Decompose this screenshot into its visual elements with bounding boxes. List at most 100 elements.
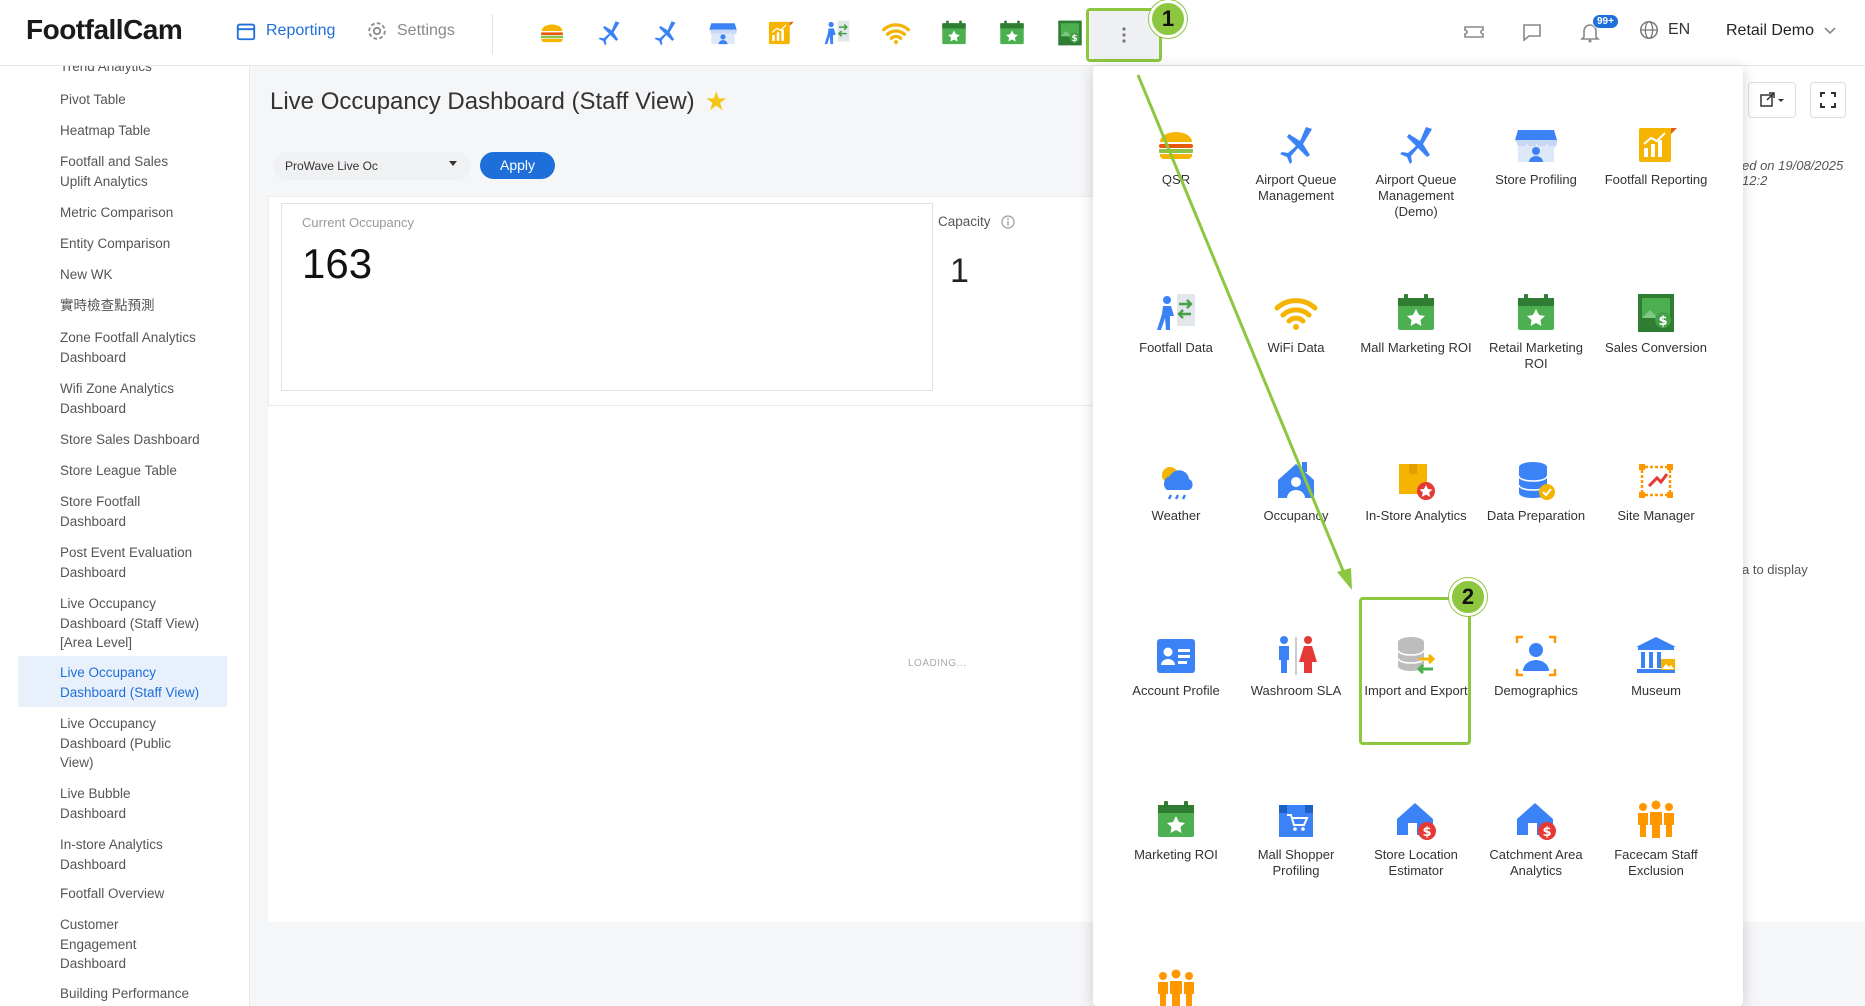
airplane-icon[interactable] (650, 18, 680, 48)
app-store-location-estimator[interactable]: $ Store Location Estimator (1356, 797, 1476, 879)
sidebar-item-live-occupancy-area[interactable]: Live Occupancy Dashboard (Staff View) [A… (60, 594, 205, 653)
callout-number-1: 1 (1149, 0, 1187, 38)
language-selector[interactable]: EN (1638, 19, 1690, 41)
sidebar-item-zone-footfall[interactable]: Zone Footfall Analytics Dashboard (60, 328, 210, 367)
sidebar-item-store-league[interactable]: Store League Table (60, 461, 230, 481)
sidebar-item-footfall-overview[interactable]: Footfall Overview (60, 884, 230, 904)
app-weather[interactable]: Weather (1116, 458, 1236, 524)
export-button[interactable] (1748, 82, 1796, 118)
sidebar-item-live-occupancy-staff[interactable]: Live Occupancy Dashboard (Staff View) (60, 663, 205, 702)
app-occupancy[interactable]: Occupancy (1236, 458, 1356, 524)
app-mall-marketing-roi[interactable]: Mall Marketing ROI (1356, 290, 1476, 356)
app-in-store-analytics[interactable]: In-Store Analytics (1356, 458, 1476, 524)
store-icon[interactable] (708, 18, 738, 48)
money-card-icon: $ (1633, 290, 1679, 336)
house-person-icon (1273, 458, 1319, 504)
sidebar-item-new-wk[interactable]: New WK (60, 265, 230, 285)
sidebar-item-building-performance[interactable]: Building Performance (60, 984, 230, 1004)
sidebar-item-post-event[interactable]: Post Event Evaluation Dashboard (60, 543, 205, 582)
demographics-icon (1513, 633, 1559, 679)
app-catchment-area-analytics[interactable]: $ Catchment Area Analytics (1476, 797, 1596, 879)
app-facecam-staff-exclusion[interactable]: Facecam Staff Exclusion (1596, 797, 1716, 879)
app-museum[interactable]: Museum (1596, 633, 1716, 699)
dashboard-select-value: ProWave Live Oc (285, 159, 378, 173)
app-washroom-sla[interactable]: Washroom SLA (1236, 633, 1356, 699)
app-footfall-data[interactable]: Footfall Data (1116, 290, 1236, 356)
tab-settings[interactable]: Settings (366, 20, 455, 42)
app-label: Catchment Area Analytics (1489, 847, 1583, 878)
current-occupancy-card (281, 203, 933, 391)
sidebar-item-live-occupancy-public[interactable]: Live Occupancy Dashboard (Public View) (60, 714, 180, 773)
calendar-star-icon[interactable] (939, 18, 969, 48)
money-card-icon[interactable]: $ (1055, 18, 1085, 48)
sidebar-item-customer-engagement[interactable]: Customer Engagement Dashboard (60, 915, 150, 974)
wifi-icon[interactable] (881, 18, 911, 48)
app-store-profiling[interactable]: Store Profiling (1476, 122, 1596, 188)
app-label: Weather (1151, 508, 1201, 523)
airplane-icon[interactable] (594, 18, 624, 48)
burger-icon[interactable] (537, 18, 567, 48)
capacity-label: Capacity (938, 214, 991, 229)
app-label: Occupancy (1263, 508, 1329, 523)
sidebar-item-wifi-zone[interactable]: Wifi Zone Analytics Dashboard (60, 379, 190, 418)
chart-report-icon[interactable] (765, 18, 795, 48)
app-airport-queue-management[interactable]: Airport Queue Management (1236, 122, 1356, 204)
weather-icon (1153, 458, 1199, 504)
app-data-preparation[interactable]: Data Preparation (1476, 458, 1596, 524)
sidebar-item-live-bubble[interactable]: Live Bubble Dashboard (60, 784, 160, 823)
sidebar-item-pivot-table[interactable]: Pivot Table (60, 90, 230, 110)
app-label: Site Manager (1617, 508, 1695, 523)
capacity-value: 1 (950, 252, 969, 290)
app-marketing-roi[interactable]: Marketing ROI (1116, 797, 1236, 863)
tab-reporting[interactable]: Reporting (235, 20, 335, 42)
brand-logo[interactable]: FootfallCam (26, 14, 183, 46)
app-wifi-data[interactable]: WiFi Data (1236, 290, 1356, 356)
dashboard-select[interactable]: ProWave Live Oc (273, 152, 471, 180)
callout-number-2: 2 (1449, 578, 1487, 616)
app-footfall-reporting[interactable]: Footfall Reporting (1596, 122, 1716, 188)
sidebar-item-instore-analytics[interactable]: In-store Analytics Dashboard (60, 835, 195, 874)
sidebar-item-heatmap-table[interactable]: Heatmap Table (60, 121, 230, 141)
user-menu[interactable]: Retail Demo (1726, 22, 1836, 40)
house-dollar-icon: $ (1393, 797, 1439, 843)
app-label: Washroom SLA (1250, 683, 1342, 698)
top-bar: FootfallCam Reporting Settings $ 1 99+ E… (0, 0, 1865, 66)
sidebar-item-metric-comparison[interactable]: Metric Comparison (60, 203, 230, 223)
calendar-icon (236, 23, 256, 41)
sidebar-item-entity-comparison[interactable]: Entity Comparison (60, 234, 230, 254)
people-flow-icon (1153, 290, 1199, 336)
chart-area (268, 406, 1098, 922)
sidebar-item-store-sales[interactable]: Store Sales Dashboard (60, 430, 230, 450)
chat-icon[interactable] (1520, 20, 1544, 44)
app-demographics[interactable]: Demographics (1476, 633, 1596, 699)
app-airport-queue-management-demo[interactable]: Airport Queue Management (Demo) (1356, 122, 1476, 220)
id-card-icon (1153, 633, 1199, 679)
sidebar-item-store-footfall[interactable]: Store Footfall Dashboard (60, 492, 160, 531)
app-mall-shopper-profiling[interactable]: Mall Shopper Profiling (1236, 797, 1356, 879)
svg-text:$: $ (1542, 825, 1551, 840)
sidebar-item-footfall-sales-uplift[interactable]: Footfall and Sales Uplift Analytics (60, 152, 190, 191)
sidebar-item-trend-analytics[interactable]: Trend Analytics (60, 66, 230, 77)
apply-button[interactable]: Apply (480, 152, 555, 179)
app-label: Store Location Estimator (1374, 847, 1458, 878)
star-icon[interactable]: ★ (705, 86, 728, 117)
app-staff-extra[interactable] (1116, 966, 1236, 1006)
app-label: Account Profile (1132, 683, 1220, 698)
fullscreen-button[interactable] (1810, 82, 1846, 118)
staff-group-icon (1633, 797, 1679, 843)
app-site-manager[interactable]: Site Manager (1596, 458, 1716, 524)
fullscreen-icon (1820, 92, 1836, 108)
app-retail-marketing-roi[interactable]: Retail Marketing ROI (1476, 290, 1596, 372)
app-account-profile[interactable]: Account Profile (1116, 633, 1236, 699)
app-label: Mall Shopper Profiling (1257, 847, 1335, 878)
app-label: WiFi Data (1267, 340, 1325, 355)
calendar-star-icon[interactable] (997, 18, 1027, 48)
info-icon[interactable] (1000, 214, 1015, 229)
sidebar-item-checkpoint-forecast[interactable]: 實時檢查點預測 (60, 296, 230, 316)
app-label: Footfall Data (1139, 340, 1213, 355)
notification-badge: 99+ (1592, 14, 1619, 29)
people-flow-icon[interactable] (822, 18, 852, 48)
ticket-icon[interactable] (1462, 20, 1486, 44)
app-qsr[interactable]: QSR (1116, 122, 1236, 188)
app-sales-conversion[interactable]: $ Sales Conversion (1596, 290, 1716, 356)
